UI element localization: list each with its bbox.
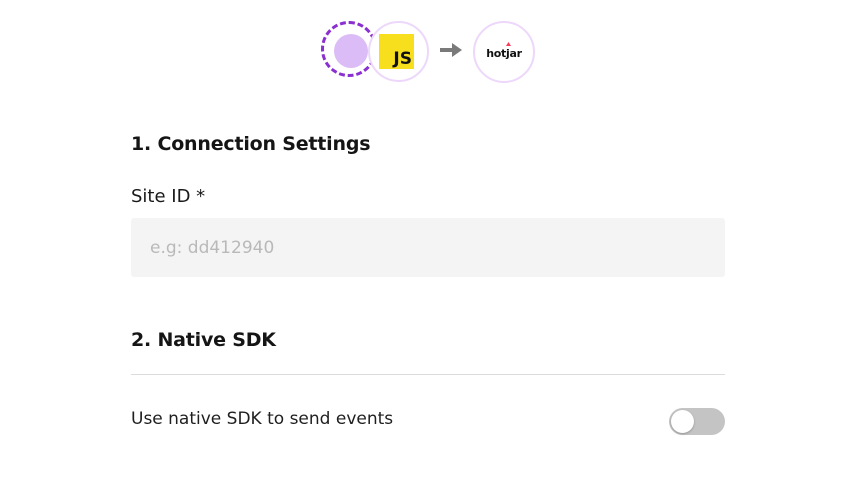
arrow-right-icon: [440, 43, 462, 57]
section-divider: [131, 374, 725, 375]
hotjar-logo-icon: hotjar: [473, 21, 535, 83]
toggle-knob: [671, 410, 694, 433]
hotjar-flame-icon: [506, 42, 511, 46]
site-id-label: Site ID *: [131, 186, 206, 207]
source-dot-icon: [334, 34, 368, 68]
javascript-icon-label: JS: [393, 49, 412, 69]
connection-settings-heading: 1. Connection Settings: [131, 133, 371, 155]
native-sdk-toggle[interactable]: [669, 408, 725, 435]
native-sdk-heading: 2. Native SDK: [131, 329, 276, 351]
connection-graphic: JS hotjar: [0, 20, 850, 84]
native-sdk-toggle-label: Use native SDK to send events: [131, 409, 394, 429]
site-id-input[interactable]: [131, 218, 725, 277]
javascript-icon: JS: [379, 34, 414, 69]
destination-config-page: JS hotjar 1. Connection Settings Site ID…: [0, 0, 850, 482]
hotjar-logo-text: hotjar: [486, 46, 522, 60]
